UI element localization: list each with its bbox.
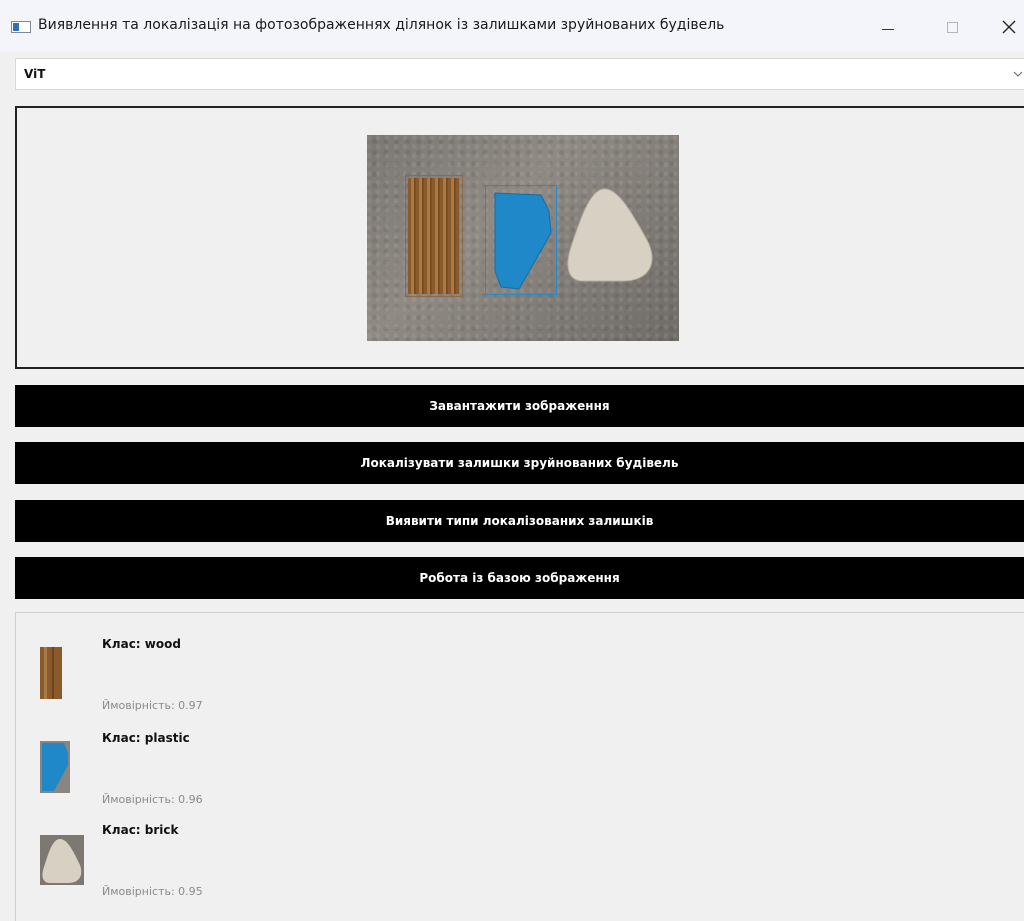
- result-thumbnail-brick: [40, 835, 84, 885]
- plastic-bounding-box: [485, 185, 557, 295]
- result-thumbnail-plastic: [40, 741, 70, 793]
- result-thumbnail-wood: [40, 647, 62, 699]
- result-class-label: Клас: plastic: [102, 731, 190, 745]
- result-class-label: Клас: brick: [102, 823, 179, 837]
- result-class-label: Клас: wood: [102, 637, 181, 651]
- load-image-button[interactable]: Завантажити зображення: [15, 385, 1024, 427]
- window-title: Виявлення та локалізація на фотозображен…: [38, 17, 725, 33]
- close-icon: [1002, 20, 1016, 34]
- maximize-icon: [947, 22, 958, 33]
- model-select[interactable]: ViT: [15, 58, 1024, 90]
- results-panel: Клас: wood Ймовірність: 0.97 Клас: plast…: [15, 612, 1024, 921]
- close-button[interactable]: [990, 12, 1024, 42]
- minimize-button[interactable]: [868, 12, 908, 42]
- result-probability-label: Ймовірність: 0.95: [102, 885, 203, 898]
- result-probability-label: Ймовірність: 0.96: [102, 793, 203, 806]
- chevron-down-icon: [1013, 71, 1023, 77]
- brick-object: [567, 188, 653, 282]
- app-icon: [11, 21, 31, 33]
- uploaded-photo: [367, 135, 679, 341]
- detect-types-button[interactable]: Виявити типи локалізованих залишків: [15, 500, 1024, 542]
- minimize-icon: [882, 29, 894, 30]
- localize-remains-button[interactable]: Локалізувати залишки зруйнованих будівел…: [15, 442, 1024, 484]
- image-database-button[interactable]: Робота із базою зображення: [15, 557, 1024, 599]
- result-probability-label: Ймовірність: 0.97: [102, 699, 203, 712]
- title-bar: Виявлення та локалізація на фотозображен…: [0, 0, 1024, 52]
- maximize-button[interactable]: [933, 12, 973, 42]
- wood-bounding-box: [405, 175, 463, 297]
- model-select-value: ViT: [24, 67, 46, 81]
